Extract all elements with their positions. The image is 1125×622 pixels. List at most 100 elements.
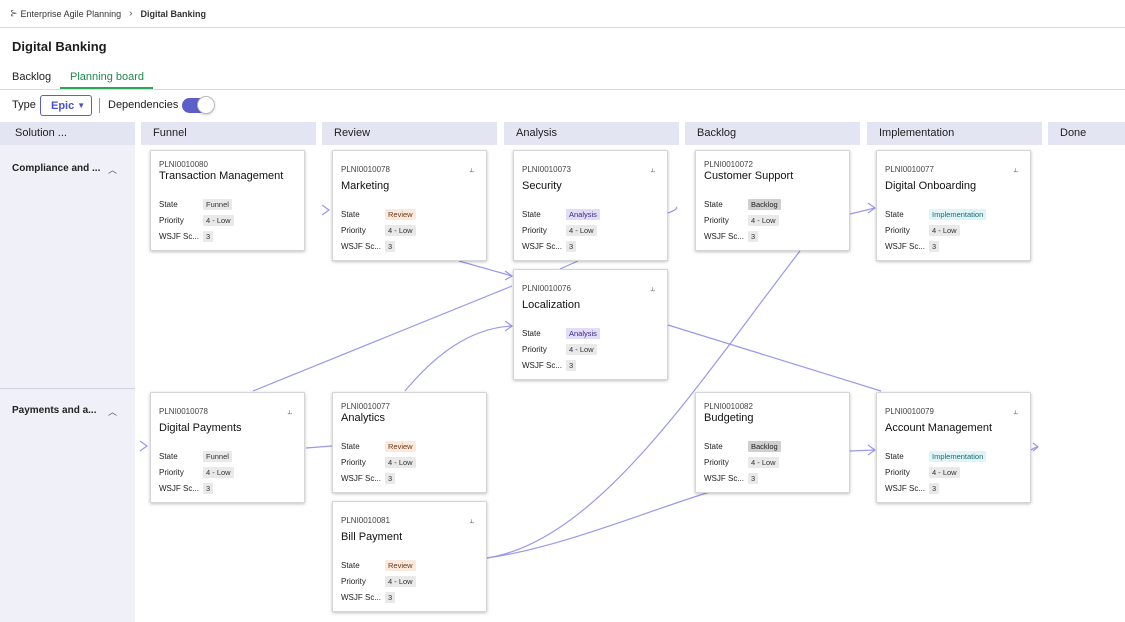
wsjf-label: WSJF Sc... xyxy=(159,484,199,493)
card-title: Customer Support xyxy=(704,170,794,182)
column-header-done: Done xyxy=(1048,122,1125,145)
card-account-management[interactable]: PLNI0010079 Account Management ⥿ State I… xyxy=(876,392,1031,503)
wsjf-badge: 3 xyxy=(929,241,940,252)
dependency-arrow xyxy=(504,320,514,332)
chevron-up-icon[interactable]: ︿ xyxy=(108,405,117,418)
dependency-arrow xyxy=(504,270,514,281)
tab-backlog[interactable]: Backlog xyxy=(12,71,51,83)
card-marketing[interactable]: PLNI0010078 Marketing ⥿ State Review Pri… xyxy=(332,150,487,261)
dependency-icon[interactable]: ⥿ xyxy=(287,407,292,417)
card-budgeting[interactable]: PLNI0010082 Budgeting State Backlog Prio… xyxy=(695,392,850,493)
active-tab-indicator xyxy=(60,87,153,89)
dependency-arrow xyxy=(1032,442,1039,452)
dependency-line xyxy=(305,445,333,449)
wsjf-badge: 3 xyxy=(203,483,214,494)
card-title: Security xyxy=(522,180,562,192)
dependency-icon[interactable]: ⥿ xyxy=(650,284,655,294)
state-label: State xyxy=(522,329,541,338)
tab-planning-board[interactable]: Planning board xyxy=(70,71,144,83)
tab-bar: Backlog Planning board xyxy=(0,66,1125,90)
card-id: PLNI0010076 xyxy=(522,284,571,293)
card-id: PLNI0010082 xyxy=(704,402,753,411)
card-title: Bill Payment xyxy=(341,531,403,543)
column-header-review: Review xyxy=(322,122,497,145)
type-dropdown[interactable]: Epic ▼ xyxy=(40,95,92,116)
wsjf-badge: 3 xyxy=(566,241,577,252)
state-badge: Review xyxy=(385,560,416,571)
dependency-line xyxy=(667,324,882,392)
dependency-icon[interactable]: ⥿ xyxy=(1013,407,1018,417)
dependency-icon[interactable]: ⥿ xyxy=(469,165,474,175)
wsjf-badge: 3 xyxy=(385,473,396,484)
priority-label: Priority xyxy=(341,577,366,586)
dependency-arrow xyxy=(321,204,331,216)
wsjf-label: WSJF Sc... xyxy=(885,242,925,251)
card-id: PLNI0010077 xyxy=(885,165,934,174)
state-label: State xyxy=(704,200,723,209)
wsjf-badge: 3 xyxy=(748,231,759,242)
card-title: Analytics xyxy=(341,412,386,424)
breadcrumb-parent[interactable]: Enterprise Agile Planning xyxy=(21,9,122,19)
dependency-arrow xyxy=(139,440,149,452)
lane-label-compliance: Compliance and ... xyxy=(12,163,101,174)
card-id: PLNI0010077 xyxy=(341,402,390,411)
wsjf-badge: 3 xyxy=(566,360,577,371)
dependency-icon[interactable]: ⥿ xyxy=(469,516,474,526)
state-badge: Funnel xyxy=(203,199,232,210)
card-title: Transaction Management xyxy=(159,170,284,182)
chevron-up-icon[interactable]: ︿ xyxy=(108,163,117,176)
toggle-knob xyxy=(197,96,215,114)
wsjf-badge: 3 xyxy=(748,473,759,484)
card-id: PLNI0010078 xyxy=(159,407,208,416)
card-digital-onboarding[interactable]: PLNI0010077 Digital Onboarding ⥿ State I… xyxy=(876,150,1031,261)
dependency-line xyxy=(404,325,513,392)
dependency-arrow xyxy=(867,444,877,456)
dependency-line xyxy=(252,285,513,392)
dependency-line xyxy=(458,260,513,277)
state-label: State xyxy=(885,210,904,219)
card-security[interactable]: PLNI0010073 Security ⥿ State Analysis Pr… xyxy=(513,150,668,261)
dependencies-toggle[interactable] xyxy=(182,96,215,114)
card-customer-support[interactable]: PLNI0010072 Customer Support State Backl… xyxy=(695,150,850,251)
priority-label: Priority xyxy=(159,216,184,225)
state-label: State xyxy=(885,452,904,461)
dependency-icon[interactable]: ⥿ xyxy=(650,165,655,175)
state-label: State xyxy=(341,442,360,451)
column-header-backlog: Backlog xyxy=(685,122,860,145)
card-id: PLNI0010080 xyxy=(159,160,208,169)
card-digital-payments[interactable]: PLNI0010078 Digital Payments ⥿ State Fun… xyxy=(150,392,305,503)
state-badge: Implementation xyxy=(929,209,987,220)
column-header-funnel: Funnel xyxy=(141,122,316,145)
dependency-line xyxy=(849,449,876,452)
state-label: State xyxy=(159,452,178,461)
priority-badge: 4 - Low xyxy=(566,344,597,355)
swimlane-sidebar: Solution ... Compliance and ... ︿ Paymen… xyxy=(0,122,135,622)
card-analytics[interactable]: PLNI0010077 Analytics State Review Prior… xyxy=(332,392,487,493)
chevron-right-icon: › xyxy=(129,8,133,19)
wsjf-badge: 3 xyxy=(203,231,214,242)
card-title: Budgeting xyxy=(704,412,754,424)
priority-badge: 4 - Low xyxy=(748,457,779,468)
card-title: Localization xyxy=(522,299,581,311)
caret-down-icon: ▼ xyxy=(77,101,86,110)
priority-label: Priority xyxy=(522,226,547,235)
lane-divider xyxy=(0,388,135,389)
state-badge: Backlog xyxy=(748,199,781,210)
card-transaction-management[interactable]: PLNI0010080 Transaction Management State… xyxy=(150,150,305,251)
priority-badge: 4 - Low xyxy=(203,215,234,226)
priority-label: Priority xyxy=(885,468,910,477)
state-label: State xyxy=(341,561,360,570)
breadcrumb: ⊱ Enterprise Agile Planning › Digital Ba… xyxy=(0,0,1125,28)
dependency-line xyxy=(667,206,678,214)
card-id: PLNI0010073 xyxy=(522,165,571,174)
dependency-icon[interactable]: ⥿ xyxy=(1013,165,1018,175)
card-id: PLNI0010081 xyxy=(341,516,390,525)
state-badge: Funnel xyxy=(203,451,232,462)
card-bill-payment[interactable]: PLNI0010081 Bill Payment ⥿ State Review … xyxy=(332,501,487,612)
wsjf-label: WSJF Sc... xyxy=(341,474,381,483)
page-title: Digital Banking xyxy=(12,39,107,54)
column-header-analysis: Analysis xyxy=(504,122,679,145)
priority-label: Priority xyxy=(341,226,366,235)
dependency-line xyxy=(486,490,714,559)
card-localization[interactable]: PLNI0010076 Localization ⥿ State Analysi… xyxy=(513,269,668,380)
